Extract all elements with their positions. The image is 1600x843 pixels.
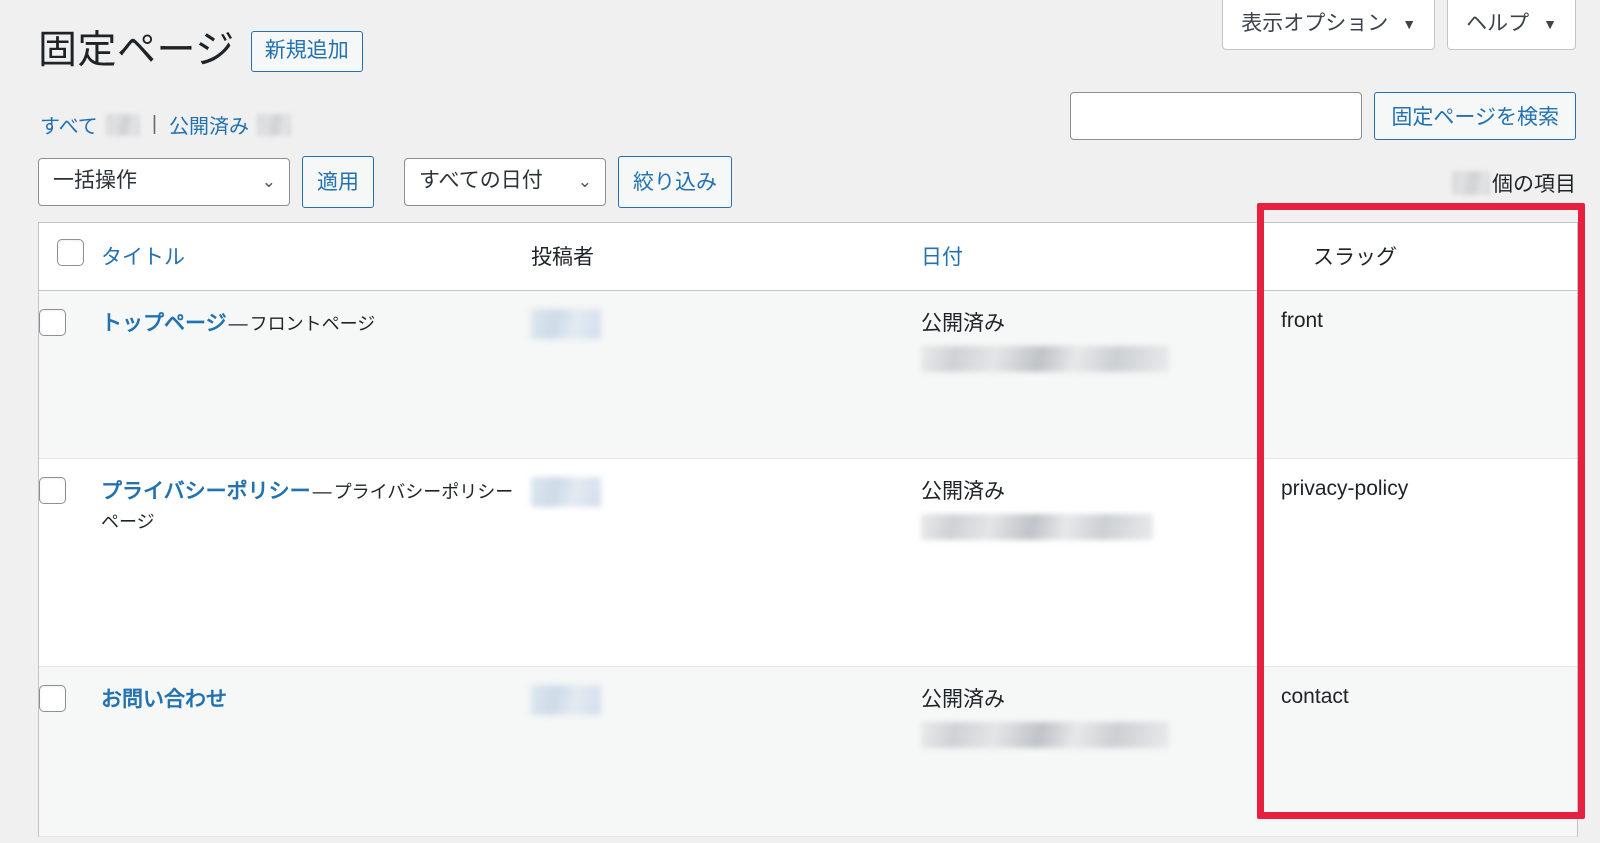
page-title-link[interactable]: お問い合わせ [101,688,227,711]
date-redacted [921,514,1153,541]
column-header-date-label: 日付 [921,245,963,269]
screen-options-label: 表示オプション [1241,12,1389,35]
row-title-cell: プライバシーポリシー — プライバシーポリシーページ [101,459,531,667]
title-dash [227,690,231,711]
chevron-down-icon: ▼ [1543,15,1557,32]
pages-list-table: タイトル 投稿者 日付 スラッグ トップページ — フロントページ 公開済み f… [38,222,1578,837]
table-head: タイトル 投稿者 日付 スラッグ [39,223,1577,291]
status-link-published[interactable]: 公開済み [169,110,249,139]
row-checkbox-cell [39,667,101,837]
tablenav-top: 一括操作 ⌄ 適用 すべての日付 ⌄ 絞り込み [38,156,732,208]
wp-admin-pages-screen: 表示オプション ▼ ヘルプ ▼ 固定ページ 新規追加 すべて | 公開済み 固定… [0,0,1600,843]
row-slug-cell: front [1281,291,1577,459]
date-redacted [921,722,1169,749]
page-status-text: 公開済み [921,312,1005,335]
row-author-cell [531,291,921,459]
all-count-redacted [105,113,140,136]
apply-bulk-action-button[interactable]: 適用 [302,156,374,208]
published-count-redacted [257,113,292,136]
column-header-author: 投稿者 [531,223,921,291]
search-submit-button[interactable]: 固定ページを検索 [1374,92,1576,140]
item-count-number-redacted [1452,171,1490,195]
page-slug-value: front [1281,309,1324,332]
column-header-slug-label: スラッグ [1313,245,1397,269]
title-dash: — [312,482,332,503]
row-date-cell: 公開済み [921,667,1281,837]
row-select-checkbox[interactable] [39,309,66,336]
row-checkbox-cell [39,291,101,459]
bulk-action-select[interactable]: 一括操作 [38,158,290,206]
title-dash: — [228,314,248,335]
page-status-text: 公開済み [921,688,1005,711]
row-author-cell [531,667,921,837]
status-link-all[interactable]: すべて [40,110,98,139]
page-title: 固定ページ [38,29,235,72]
row-title-cell: お問い合わせ [101,667,531,837]
column-header-title-label: タイトル [101,245,185,269]
add-new-page-button[interactable]: 新規追加 [250,30,363,72]
search-form: 固定ページを検索 [1070,92,1576,140]
table-row: プライバシーポリシー — プライバシーポリシーページ 公開済み privacy-po… [39,459,1577,667]
row-slug-cell: contact [1281,667,1577,837]
filter-button[interactable]: 絞り込み [618,156,732,208]
page-heading-group: 固定ページ 新規追加 [38,28,363,75]
date-filter-select[interactable]: すべての日付 [404,158,606,206]
select-all-checkbox[interactable] [57,239,84,266]
table-row: お問い合わせ 公開済み contact [39,667,1577,837]
row-select-checkbox[interactable] [39,477,66,504]
page-title-link[interactable]: トップページ [101,312,227,335]
help-button[interactable]: ヘルプ ▼ [1447,0,1576,51]
column-header-date[interactable]: 日付 [921,223,1281,291]
author-redacted [531,477,601,507]
item-count-display: 個の項目 [1452,168,1576,198]
chevron-down-icon: ▼ [1402,15,1417,32]
row-select-checkbox[interactable] [39,685,66,712]
screen-meta-bar: 表示オプション ▼ ヘルプ ▼ [1222,0,1576,51]
page-slug-value: contact [1281,685,1349,708]
row-checkbox-cell [39,459,101,667]
item-count-suffix: 個の項目 [1492,173,1576,196]
status-filter-links: すべて | 公開済み [40,110,292,139]
table-header-row: タイトル 投稿者 日付 スラッグ [39,223,1577,291]
row-slug-cell: privacy-policy [1281,459,1577,667]
row-author-cell [531,459,921,667]
page-status-text: 公開済み [921,480,1005,503]
date-filter-select-wrap: すべての日付 ⌄ [404,158,606,206]
row-date-cell: 公開済み [921,291,1281,459]
row-date-cell: 公開済み [921,459,1281,667]
page-title-link[interactable]: プライバシーポリシー [101,480,311,503]
column-header-slug: スラッグ [1281,223,1577,291]
page-title-note: フロントページ [249,314,376,334]
screen-options-button[interactable]: 表示オプション ▼ [1222,0,1436,51]
table-row: トップページ — フロントページ 公開済み front [39,291,1577,459]
column-header-checkbox [39,223,101,291]
column-header-title[interactable]: タイトル [101,223,531,291]
help-label: ヘルプ [1466,12,1530,35]
date-redacted [921,346,1169,373]
page-slug-value: privacy-policy [1281,477,1409,500]
author-redacted [531,685,601,715]
author-redacted [531,309,601,339]
table-body: トップページ — フロントページ 公開済み front プライバシーポリシー —… [39,291,1577,837]
search-input[interactable] [1070,92,1363,140]
bulk-action-select-wrap: 一括操作 ⌄ [38,158,290,206]
column-header-author-label: 投稿者 [531,245,594,269]
row-title-cell: トップページ — フロントページ [101,291,531,459]
status-link-separator: | [151,113,158,135]
